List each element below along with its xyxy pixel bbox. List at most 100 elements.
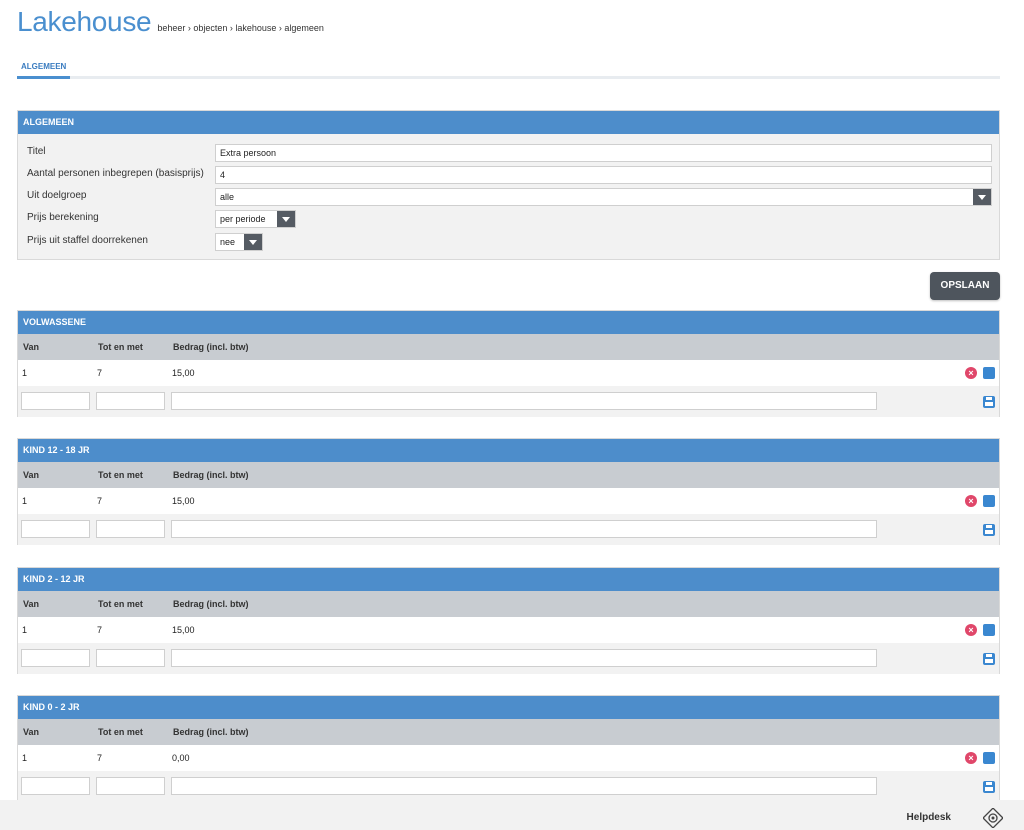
col-bedrag: Bedrag (incl. btw) (173, 599, 249, 609)
bedrag-input[interactable] (171, 520, 877, 538)
cell-bedrag: 15,00 (172, 625, 195, 635)
col-tot: Tot en met (98, 342, 143, 352)
price-table-kind-2-12: KIND 2 - 12 JR Van Tot en met Bedrag (in… (17, 567, 1000, 674)
price-table-kind-12-18: KIND 12 - 18 JR Van Tot en met Bedrag (i… (17, 438, 1000, 545)
staffel-value: nee (220, 237, 236, 247)
price-table-header: VOLWASSENE (18, 311, 999, 334)
save-icon[interactable] (983, 524, 995, 536)
doelgroep-select[interactable]: alle (215, 188, 992, 206)
personen-input[interactable]: 4 (215, 166, 992, 184)
general-panel: ALGEMEEN Titel Extra persoon Aantal pers… (17, 110, 1000, 260)
table-row: 1 7 0,00 × (18, 745, 999, 771)
add-row (18, 514, 999, 545)
col-van: Van (23, 727, 40, 737)
field-row-doelgroep: Uit doelgroep alle (18, 188, 999, 206)
col-tot: Tot en met (98, 727, 143, 737)
col-bedrag: Bedrag (incl. btw) (173, 727, 249, 737)
field-row-personen: Aantal personen inbegrepen (basisprijs) … (18, 166, 999, 184)
van-input[interactable] (21, 777, 90, 795)
edit-icon[interactable] (983, 752, 995, 764)
save-icon[interactable] (983, 781, 995, 793)
personen-label: Aantal personen inbegrepen (basisprijs) (27, 168, 204, 179)
page-title: Lakehouse (17, 6, 152, 37)
bedrag-input[interactable] (171, 392, 877, 410)
col-bedrag: Bedrag (incl. btw) (173, 342, 249, 352)
general-panel-header: ALGEMEEN (18, 111, 999, 134)
helpdesk-icon[interactable] (983, 808, 1003, 828)
delete-icon[interactable]: × (965, 367, 977, 379)
cell-van: 1 (22, 496, 28, 506)
add-row (18, 643, 999, 674)
cell-van: 1 (22, 625, 28, 635)
cell-van: 1 (22, 368, 28, 378)
save-button[interactable]: OPSLAAN (930, 272, 1000, 300)
van-input[interactable] (21, 520, 90, 538)
tot-input[interactable] (96, 649, 165, 667)
staffel-label: Prijs uit staffel doorrekenen (27, 235, 148, 246)
doelgroep-value: alle (220, 192, 235, 202)
tot-input[interactable] (96, 392, 165, 410)
cell-van: 1 (22, 753, 28, 763)
cell-tot: 7 (97, 753, 103, 763)
col-van: Van (23, 470, 40, 480)
tab-algemeen[interactable]: ALGEMEEN (17, 58, 71, 79)
add-row (18, 771, 999, 802)
titel-label: Titel (27, 146, 46, 157)
edit-icon[interactable] (983, 624, 995, 636)
price-table-volwassene: VOLWASSENE Van Tot en met Bedrag (incl. … (17, 310, 1000, 417)
berekening-value: per periode (220, 214, 266, 224)
cell-bedrag: 0,00 (172, 753, 190, 763)
staffel-select[interactable]: nee (215, 233, 263, 251)
add-row (18, 386, 999, 417)
breadcrumb: beheer › objecten › lakehouse › algemeen (157, 23, 324, 33)
van-input[interactable] (21, 392, 90, 410)
field-row-titel: Titel Extra persoon (18, 144, 999, 162)
chevron-down-icon[interactable] (244, 234, 262, 250)
berekening-label: Prijs berekening (27, 212, 99, 223)
edit-icon[interactable] (983, 495, 995, 507)
cell-tot: 7 (97, 496, 103, 506)
column-header-row: Van Tot en met Bedrag (incl. btw) (18, 462, 999, 488)
col-bedrag: Bedrag (incl. btw) (173, 470, 249, 480)
berekening-select[interactable]: per periode (215, 210, 296, 228)
edit-icon[interactable] (983, 367, 995, 379)
titel-input[interactable]: Extra persoon (215, 144, 992, 162)
delete-icon[interactable]: × (965, 624, 977, 636)
save-icon[interactable] (983, 653, 995, 665)
save-icon[interactable] (983, 396, 995, 408)
column-header-row: Van Tot en met Bedrag (incl. btw) (18, 719, 999, 745)
van-input[interactable] (21, 649, 90, 667)
column-header-row: Van Tot en met Bedrag (incl. btw) (18, 591, 999, 617)
col-van: Van (23, 599, 40, 609)
col-tot: Tot en met (98, 599, 143, 609)
column-header-row: Van Tot en met Bedrag (incl. btw) (18, 334, 999, 360)
chevron-down-icon[interactable] (973, 189, 991, 205)
delete-icon[interactable]: × (965, 752, 977, 764)
table-row: 1 7 15,00 × (18, 617, 999, 643)
footer-bar: Helpdesk (0, 800, 1024, 830)
table-row: 1 7 15,00 × (18, 360, 999, 386)
helpdesk-link[interactable]: Helpdesk (907, 812, 951, 823)
delete-icon[interactable]: × (965, 495, 977, 507)
table-row: 1 7 15,00 × (18, 488, 999, 514)
price-table-header: KIND 12 - 18 JR (18, 439, 999, 462)
field-row-staffel: Prijs uit staffel doorrekenen nee (18, 233, 999, 251)
doelgroep-label: Uit doelgroep (27, 190, 87, 201)
tot-input[interactable] (96, 520, 165, 538)
cell-tot: 7 (97, 368, 103, 378)
cell-bedrag: 15,00 (172, 496, 195, 506)
field-row-berekening: Prijs berekening per periode (18, 210, 999, 228)
col-van: Van (23, 342, 40, 352)
price-table-header: KIND 2 - 12 JR (18, 568, 999, 591)
bedrag-input[interactable] (171, 649, 877, 667)
chevron-down-icon[interactable] (277, 211, 295, 227)
cell-tot: 7 (97, 625, 103, 635)
page-header: Lakehouse beheer › objecten › lakehouse … (17, 6, 324, 40)
tot-input[interactable] (96, 777, 165, 795)
bedrag-input[interactable] (171, 777, 877, 795)
price-table-kind-0-2: KIND 0 - 2 JR Van Tot en met Bedrag (inc… (17, 695, 1000, 802)
tab-bar: ALGEMEEN (17, 58, 1000, 79)
cell-bedrag: 15,00 (172, 368, 195, 378)
price-table-header: KIND 0 - 2 JR (18, 696, 999, 719)
col-tot: Tot en met (98, 470, 143, 480)
